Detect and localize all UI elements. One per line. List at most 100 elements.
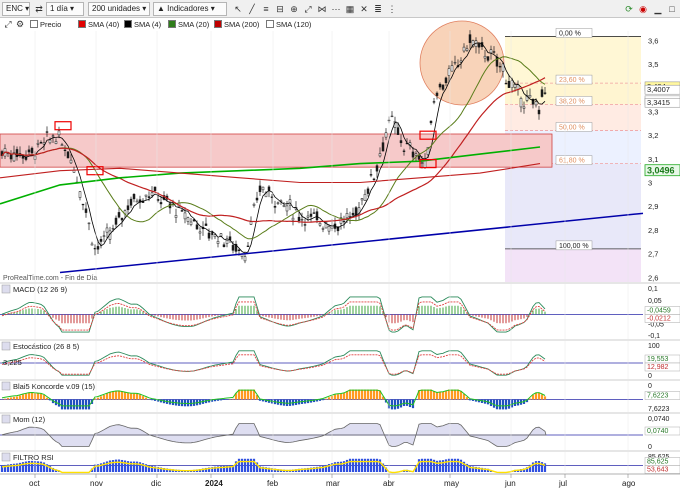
price-tag-label: 3,3415 xyxy=(647,98,670,107)
candle xyxy=(366,188,370,194)
candle xyxy=(105,227,109,233)
candle xyxy=(492,51,496,53)
x-tick-label: ago xyxy=(622,479,636,488)
candle xyxy=(306,215,310,218)
x-tick-label: may xyxy=(444,479,459,488)
candle xyxy=(303,224,307,226)
candle xyxy=(237,249,241,252)
candle xyxy=(453,61,457,64)
candle xyxy=(450,65,454,72)
candle xyxy=(285,205,289,212)
panel-value-label: 85,625 xyxy=(647,459,669,466)
candle xyxy=(510,80,514,88)
candle xyxy=(282,205,286,207)
x-tick-label: nov xyxy=(90,479,103,488)
candle xyxy=(153,186,157,191)
candle xyxy=(345,213,349,219)
candle xyxy=(246,245,250,247)
candle xyxy=(144,194,148,197)
candle xyxy=(363,193,367,201)
candle xyxy=(351,212,355,216)
candle xyxy=(381,142,385,152)
panel-value-label: 12,982 xyxy=(647,364,669,371)
x-tick-label: mar xyxy=(326,479,340,488)
candle xyxy=(537,109,541,115)
candle xyxy=(534,101,538,106)
panel-y-tick: 100 xyxy=(648,343,660,350)
panel-title: MACD (12 26 9) xyxy=(13,285,68,294)
y-tick: 2,6 xyxy=(648,273,658,282)
y-tick: 2,9 xyxy=(648,202,658,211)
candle xyxy=(159,202,163,205)
candle xyxy=(390,115,394,118)
candle xyxy=(378,153,382,157)
candle xyxy=(36,143,40,145)
y-tick: 3,3 xyxy=(648,108,658,117)
candle xyxy=(96,246,100,250)
candle xyxy=(468,34,472,43)
candle xyxy=(84,208,88,213)
candle xyxy=(30,147,34,154)
candle xyxy=(369,174,373,176)
candle xyxy=(132,194,136,200)
candle xyxy=(486,56,490,61)
candle xyxy=(81,203,85,206)
candle xyxy=(135,200,139,203)
candle xyxy=(78,191,82,198)
candle xyxy=(198,231,202,234)
candle xyxy=(255,197,259,201)
candle xyxy=(396,127,400,135)
candle xyxy=(372,178,376,181)
candle xyxy=(459,60,463,63)
candle xyxy=(102,235,106,237)
candle xyxy=(207,232,211,239)
candle xyxy=(354,207,358,216)
candle xyxy=(261,186,265,191)
candle xyxy=(276,202,280,204)
price-tag-label: 3,4007 xyxy=(647,85,670,94)
candle xyxy=(297,216,301,222)
x-tick-label: jun xyxy=(504,479,516,488)
fib-label: 100,00 % xyxy=(559,243,589,250)
fib-label: 50,00 % xyxy=(559,124,585,131)
candle xyxy=(156,199,160,201)
candle xyxy=(117,212,121,218)
candle xyxy=(174,215,178,218)
candle xyxy=(291,217,295,221)
x-tick-label: oct xyxy=(29,479,40,488)
candle xyxy=(150,192,154,196)
candle xyxy=(435,92,439,96)
panel-title: Mom (12) xyxy=(13,415,46,424)
candle xyxy=(342,220,346,223)
candle xyxy=(411,151,415,158)
candle xyxy=(318,222,322,226)
candle xyxy=(312,212,316,214)
candle xyxy=(462,46,466,52)
panel-y-tick: 0 xyxy=(648,373,652,380)
panel-y-tick: 0 xyxy=(648,444,652,451)
fib-zone xyxy=(505,248,641,282)
candle xyxy=(204,223,208,226)
candle xyxy=(66,151,70,159)
y-tick: 3,5 xyxy=(648,60,658,69)
candle xyxy=(69,159,73,164)
candle xyxy=(147,196,151,198)
candle xyxy=(111,228,115,230)
candle xyxy=(402,150,406,152)
osc-line-2 xyxy=(1,354,546,375)
watermark: ProRealTime.com - Fin de Día xyxy=(3,275,97,282)
candle xyxy=(438,83,442,88)
candle xyxy=(231,245,235,251)
candle xyxy=(414,153,418,156)
panel-value-label: -0,0212 xyxy=(647,316,671,323)
panel-value-label: 53,643 xyxy=(647,467,669,474)
x-tick-label: feb xyxy=(267,479,279,488)
candle xyxy=(183,212,187,220)
fib-zone xyxy=(505,163,641,249)
candle xyxy=(300,219,304,221)
chart-canvas[interactable]: 0,00 % 23,60 % 38,20 % 50,00 % 61,80 % 100,00… xyxy=(0,0,680,496)
candle xyxy=(51,135,55,137)
y-tick: 2,8 xyxy=(648,226,658,235)
panel-y-tick: 0,05 xyxy=(648,298,662,305)
candle xyxy=(57,130,61,136)
